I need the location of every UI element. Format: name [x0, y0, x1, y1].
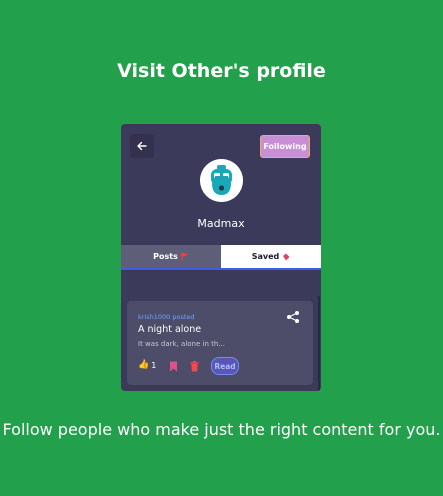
- avatar: [200, 159, 243, 202]
- post-excerpt: It was dark, alone in th...: [138, 340, 225, 348]
- saved-post-card[interactable]: krish1000 posted A night alone It was da…: [127, 301, 313, 385]
- robot-avatar-icon: [200, 159, 243, 202]
- arrow-left-icon: [137, 141, 147, 151]
- footer-caption: Follow people who make just the right co…: [2, 420, 441, 439]
- post-actions: 👍 1 Read: [138, 357, 308, 375]
- like-count: 1: [151, 360, 157, 370]
- tab-saved[interactable]: Saved: [221, 245, 321, 268]
- profile-tabs: Posts Saved: [121, 245, 321, 270]
- flag-icon: [181, 252, 188, 261]
- trash-icon[interactable]: [190, 361, 199, 372]
- back-button[interactable]: [130, 134, 154, 158]
- like-button[interactable]: 👍 1: [138, 360, 156, 370]
- profile-username: Madmax: [197, 217, 245, 230]
- tab-underline: [121, 268, 321, 270]
- bookmark-icon: [283, 253, 290, 260]
- tab-saved-label: Saved: [251, 252, 280, 261]
- scrollbar[interactable]: [318, 296, 320, 391]
- tab-posts[interactable]: Posts: [121, 245, 221, 268]
- post-author[interactable]: krish1000 posted: [138, 313, 195, 321]
- read-button[interactable]: Read: [211, 357, 239, 375]
- following-button[interactable]: Following: [260, 135, 310, 158]
- tab-posts-label: Posts: [153, 252, 178, 261]
- share-icon[interactable]: [286, 310, 300, 324]
- bookmark-icon[interactable]: [169, 361, 178, 372]
- headline: Visit Other's profile: [117, 60, 326, 82]
- profile-screen: Following Madmax Posts Saved krish1000 p…: [121, 124, 321, 391]
- thumbs-up-icon: 👍: [138, 360, 150, 370]
- post-title[interactable]: A night alone: [138, 324, 201, 335]
